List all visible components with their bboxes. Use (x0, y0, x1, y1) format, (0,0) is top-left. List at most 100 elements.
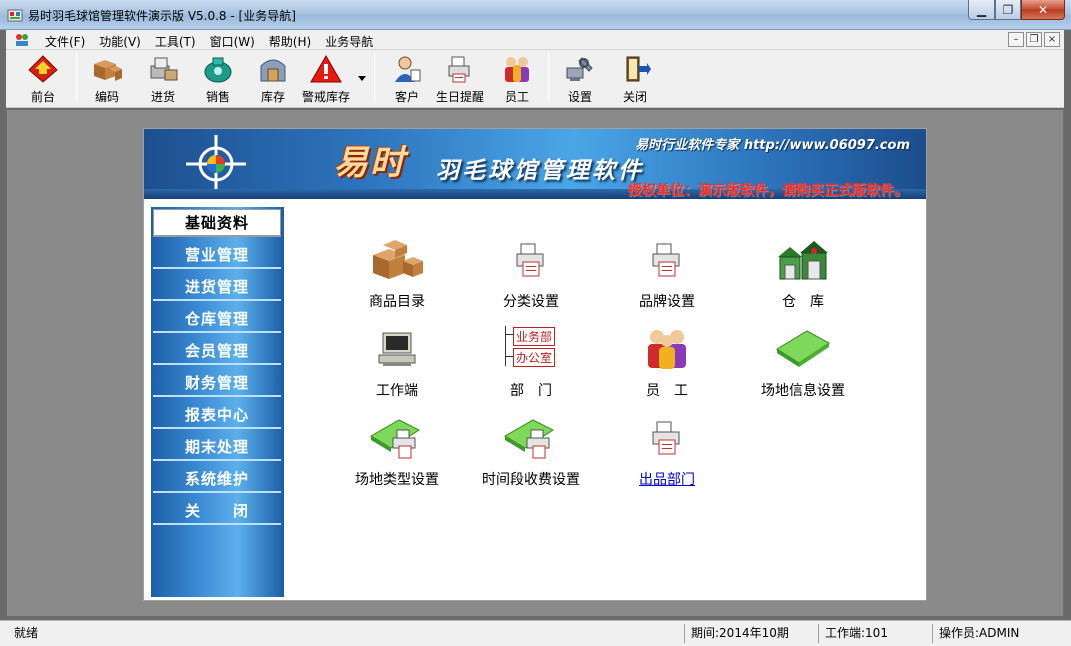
menu-window[interactable]: 窗口(W) (203, 33, 262, 50)
warning-icon (310, 54, 342, 83)
close-window-button[interactable]: ✕ (1021, 0, 1065, 20)
front-desk-icon (28, 55, 58, 83)
toolbar-label: 编码 (94, 90, 119, 104)
mdi-minimize-button[interactable]: – (1008, 32, 1024, 47)
item-label: 时间段收费设置 (482, 472, 580, 488)
menu-function[interactable]: 功能(V) (92, 33, 148, 50)
app-icon (7, 9, 23, 22)
toolbar-label: 客户 (394, 90, 419, 104)
maximize-button[interactable]: ❐ (995, 0, 1021, 20)
menu-bar: 文件(F) 功能(V) 工具(T) 窗口(W) 帮助(H) 业务导航 – ❐ × (6, 30, 1064, 50)
green-folder-icon (776, 330, 830, 367)
toolbar-label: 进货 (150, 90, 175, 104)
product-title: 羽毛球馆管理软件 (436, 157, 644, 184)
status-workstation: 工作端:101 (818, 624, 926, 643)
brand-logo-text: 易时 (334, 143, 406, 183)
mdi-close-button[interactable]: × (1044, 32, 1060, 47)
product-banner: 易时 羽毛球馆管理软件 易时行业软件专家 http://www.06097.co… (144, 129, 926, 199)
item-label: 部 门 (510, 383, 552, 399)
item-warehouse[interactable]: 仓 库 (738, 235, 868, 315)
nav-basic-data[interactable]: 基础资料 (153, 209, 281, 237)
toolbar-warning-stock-button[interactable]: 警戒库存 (302, 53, 350, 105)
item-label: 仓 库 (782, 294, 824, 310)
menu-file[interactable]: 文件(F) (38, 33, 92, 50)
boxes-icon (94, 60, 122, 81)
toolbar-customer-button[interactable]: 客户 (390, 53, 424, 105)
nav-finance-management[interactable]: 财务管理 (153, 369, 281, 397)
settings-icon (566, 57, 593, 81)
minimize-button[interactable]: ▁ (968, 0, 995, 20)
license-notice: 授权单位：演示版软件，请购买正式版软件。 (628, 183, 908, 199)
item-product-catalog[interactable]: 商品目录 (332, 235, 462, 315)
green-folder-doc-icon (370, 419, 421, 459)
staff-icon (505, 57, 529, 82)
toolbar-purchase-button[interactable]: 进货 (146, 53, 180, 105)
item-venue-info-settings[interactable]: 场地信息设置 (738, 324, 868, 404)
nav-warehouse-management[interactable]: 仓库管理 (153, 305, 281, 333)
toolbar-separator (374, 53, 375, 103)
toolbar-inventory-button[interactable]: 库存 (256, 53, 290, 105)
printer-doc-icon (516, 243, 544, 277)
toolbar-label: 前台 (30, 90, 55, 104)
item-label: 员 工 (646, 383, 688, 399)
chevron-down-icon[interactable] (358, 76, 366, 81)
toolbar-staff-button[interactable]: 员工 (500, 53, 534, 105)
item-department[interactable]: 业务部 办公室 部 门 (466, 324, 596, 404)
nav-period-end[interactable]: 期末处理 (153, 433, 281, 461)
nav-report-center[interactable]: 报表中心 (153, 401, 281, 429)
nav-business-management[interactable]: 营业管理 (153, 241, 281, 269)
toolbar-label: 警戒库存 (302, 90, 351, 104)
vendor-text: 易时行业软件专家 http://www.06097.com (635, 138, 910, 153)
toolbar-label: 员工 (504, 90, 529, 104)
status-ready: 就绪 (14, 626, 39, 640)
toolbar-label: 关闭 (622, 90, 647, 104)
nav-close[interactable]: 关 闭 (153, 497, 281, 525)
menu-tools[interactable]: 工具(T) (148, 33, 203, 50)
business-navigation-panel: 易时 羽毛球馆管理软件 易时行业软件专家 http://www.06097.co… (143, 128, 927, 601)
status-period: 期间:2014年10期 (684, 624, 812, 643)
item-staff[interactable]: 员 工 (602, 324, 732, 404)
nav-member-management[interactable]: 会员管理 (153, 337, 281, 365)
status-bar: 就绪 期间:2014年10期 工作端:101 操作员:ADMIN (0, 620, 1071, 646)
item-label: 品牌设置 (639, 294, 695, 310)
toolbar-label: 生日提醒 (436, 90, 485, 104)
mdi-restore-button[interactable]: ❐ (1026, 32, 1042, 47)
toolbar-settings-button[interactable]: 设置 (563, 53, 597, 105)
exit-door-icon (626, 56, 651, 82)
status-operator: 操作员:ADMIN (932, 624, 1044, 643)
toolbar-birthday-reminder-button[interactable]: 生日提醒 (436, 53, 484, 105)
item-label: 工作端 (376, 383, 418, 399)
staff-icon (648, 330, 686, 369)
inventory-icon (260, 59, 286, 82)
logo-crosshair-icon (186, 135, 246, 193)
item-label-link[interactable]: 出品部门 (639, 469, 695, 489)
menu-help[interactable]: 帮助(H) (262, 33, 318, 50)
nav-system-maintenance[interactable]: 系统维护 (153, 465, 281, 493)
toolbar-label: 库存 (260, 90, 285, 104)
toolbar-front-desk-button[interactable]: 前台 (26, 53, 60, 105)
toolbar: 前台 编码 进货 销售 库存 警戒库存 客户 生日提醒 员工 设置 关闭 (6, 50, 1064, 108)
item-category-settings[interactable]: 分类设置 (466, 235, 596, 315)
item-brand-settings[interactable]: 品牌设置 (602, 235, 732, 315)
org-box-top: 业务部 (513, 327, 556, 346)
toolbar-close-button[interactable]: 关闭 (618, 53, 652, 105)
item-workstation[interactable]: 工作端 (332, 324, 462, 404)
nav-purchase-management[interactable]: 进货管理 (153, 273, 281, 301)
menu-business-nav[interactable]: 业务导航 (318, 33, 380, 50)
mdi-child-icon (16, 34, 28, 46)
side-navigation: 基础资料 营业管理 进货管理 仓库管理 会员管理 财务管理 报表中心 期末处理 … (151, 207, 284, 597)
toolbar-separator (548, 53, 549, 103)
printer-doc-icon (652, 421, 680, 455)
customer-icon (395, 56, 421, 82)
green-folder-doc-icon (504, 419, 555, 459)
printer-doc-icon (652, 243, 680, 277)
toolbar-code-button[interactable]: 编码 (90, 53, 124, 105)
item-output-department[interactable]: 出品部门 (602, 413, 732, 493)
toolbar-label: 设置 (567, 90, 592, 104)
item-time-slot-fee-settings[interactable]: 时间段收费设置 (466, 413, 596, 493)
toolbar-sales-button[interactable]: 销售 (201, 53, 235, 105)
boxes-icon (373, 240, 423, 279)
item-label: 场地信息设置 (761, 383, 845, 399)
title-bar: 易时羽毛球馆管理软件演示版 V5.0.8 - [业务导航] ▁ ❐ ✕ (0, 0, 1071, 30)
item-venue-type-settings[interactable]: 场地类型设置 (332, 413, 462, 493)
